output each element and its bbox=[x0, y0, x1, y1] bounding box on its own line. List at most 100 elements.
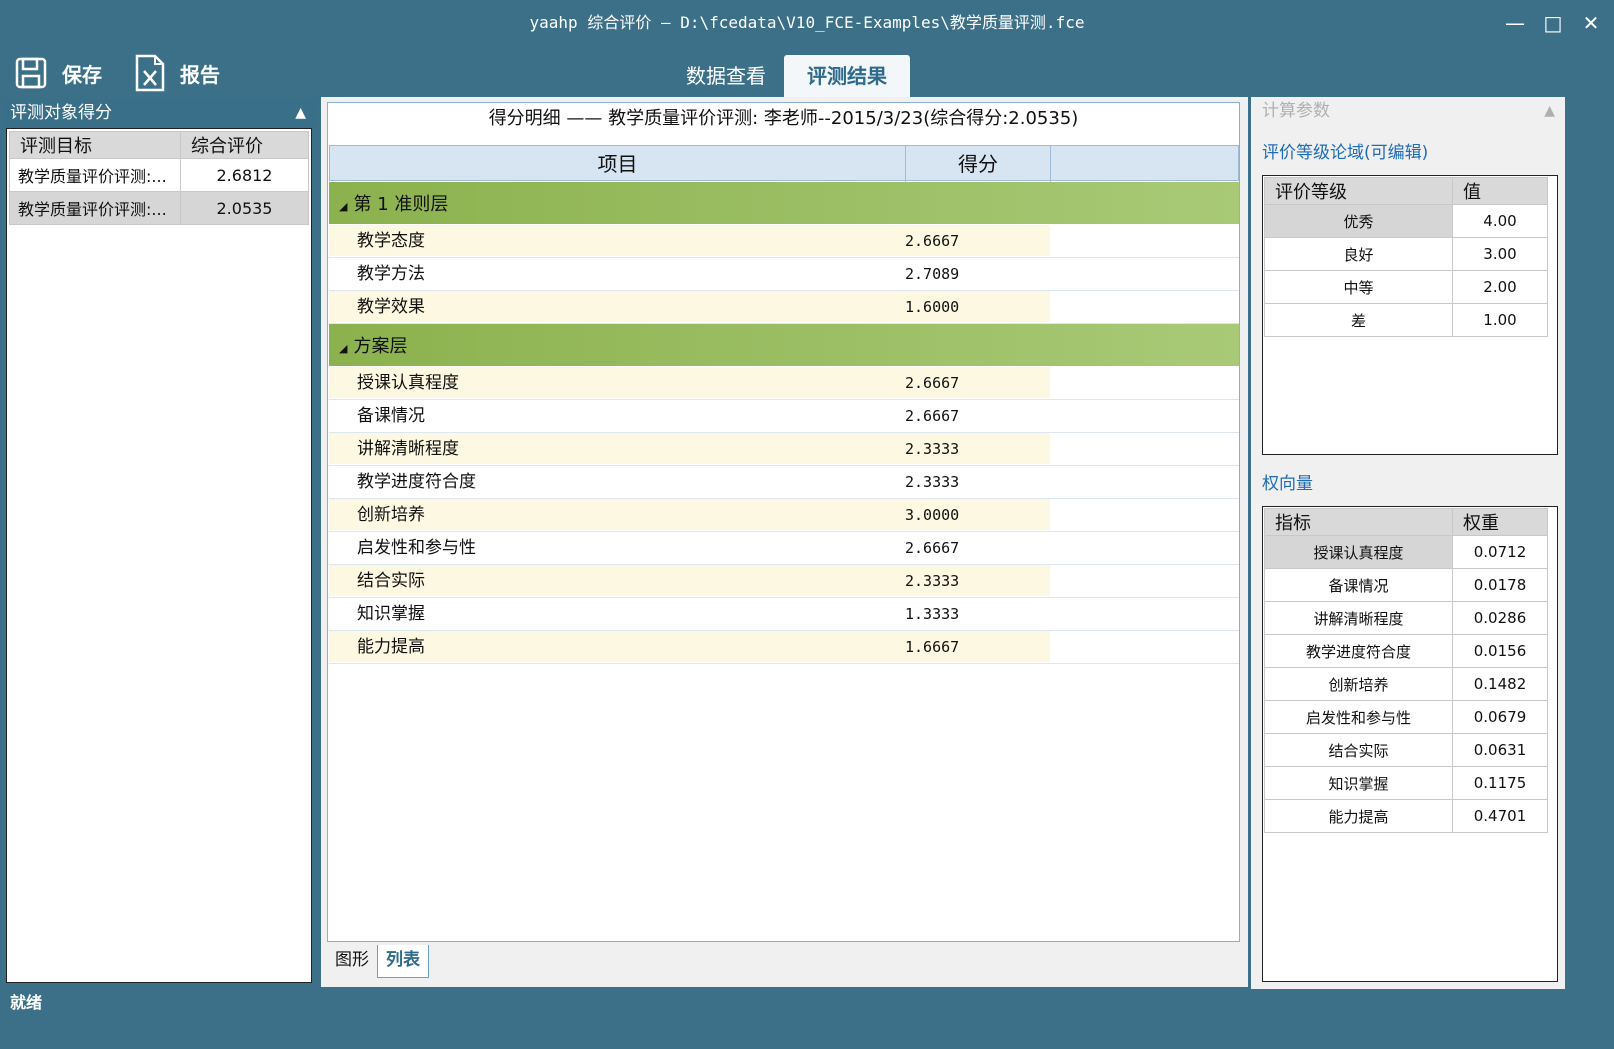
col-header-score[interactable]: 得分 bbox=[906, 146, 1051, 182]
indicator-name: 能力提高 bbox=[1264, 799, 1453, 833]
item-score: 2.3333 bbox=[905, 473, 960, 491]
group-label: 方案层 bbox=[353, 336, 408, 357]
table-row[interactable]: 教学方法 2.7089 bbox=[329, 258, 1239, 291]
indicator-name: 讲解清晰程度 bbox=[1264, 601, 1453, 635]
weight-value: 0.4701 bbox=[1452, 799, 1548, 833]
table-row[interactable]: 能力提高 0.4701 bbox=[1264, 799, 1548, 833]
table-row[interactable]: 教学进度符合度 2.3333 bbox=[329, 466, 1239, 499]
pin-icon[interactable]: ▲ bbox=[1544, 97, 1555, 125]
table-row[interactable]: 良好 3.00 bbox=[1264, 237, 1548, 271]
grade-name: 差 bbox=[1264, 303, 1453, 337]
table-row[interactable]: 知识掌握 0.1175 bbox=[1264, 766, 1548, 800]
left-panel-header: 评测对象得分 ▲ bbox=[4, 99, 316, 127]
weight-vector-label: 权向量 bbox=[1262, 474, 1313, 494]
table-row[interactable]: 差 1.00 bbox=[1264, 303, 1548, 337]
table-row[interactable]: 启发性和参与性 2.6667 bbox=[329, 532, 1239, 565]
table-row[interactable]: 创新培养 0.1482 bbox=[1264, 667, 1548, 701]
tab-list[interactable]: 列表 bbox=[377, 945, 429, 978]
item-score: 1.3333 bbox=[905, 605, 960, 623]
grade-value[interactable]: 3.00 bbox=[1452, 237, 1548, 271]
table-row[interactable]: 教学进度符合度 0.0156 bbox=[1264, 634, 1548, 668]
weight-value: 0.0286 bbox=[1452, 601, 1548, 635]
window-title: yaahp 综合评价 — D:\fcedata\V10_FCE-Examples… bbox=[529, 13, 1085, 32]
table-row[interactable]: 教学态度 2.6667 bbox=[329, 225, 1239, 258]
right-panel-title: 计算参数 bbox=[1262, 101, 1330, 121]
item-score: 2.7089 bbox=[905, 265, 960, 283]
item-score: 1.6000 bbox=[905, 298, 960, 316]
table-row[interactable]: 教学质量评价评测:... 2.6812 bbox=[9, 158, 309, 192]
item-score: 2.6667 bbox=[905, 374, 960, 392]
weight-value: 0.1482 bbox=[1452, 667, 1548, 701]
indicator-name: 授课认真程度 bbox=[1264, 535, 1453, 569]
indicator-name: 教学进度符合度 bbox=[1264, 634, 1453, 668]
col-header-grade[interactable]: 评价等级 bbox=[1264, 177, 1453, 205]
col-header-value[interactable]: 值 bbox=[1452, 177, 1548, 205]
score-detail-title: 得分明细 —— 教学质量评价评测: 李老师--2015/3/23(综合得分:2.… bbox=[488, 108, 1079, 129]
save-button[interactable]: 保存 bbox=[14, 52, 102, 94]
table-row[interactable]: 备课情况 0.0178 bbox=[1264, 568, 1548, 602]
indicator-name: 创新培养 bbox=[1264, 667, 1453, 701]
close-button[interactable]: ✕ bbox=[1574, 8, 1608, 38]
title-bar: yaahp 综合评价 — D:\fcedata\V10_FCE-Examples… bbox=[0, 0, 1614, 46]
weight-value: 0.0712 bbox=[1452, 535, 1548, 569]
collapse-triangle-icon[interactable]: ◢ bbox=[339, 200, 347, 213]
object-score-table: 评测目标 综合评价 教学质量评价评测:... 2.6812 教学质量评价评测:.… bbox=[6, 128, 312, 983]
table-row[interactable]: 讲解清晰程度 2.3333 bbox=[329, 433, 1239, 466]
left-panel-title: 评测对象得分 bbox=[10, 103, 112, 123]
excel-icon bbox=[135, 54, 165, 92]
col-header-weight[interactable]: 权重 bbox=[1452, 508, 1548, 536]
pin-icon[interactable]: ▲ bbox=[295, 99, 306, 127]
tab-results[interactable]: 评测结果 bbox=[784, 55, 910, 97]
col-header-indicator[interactable]: 指标 bbox=[1264, 508, 1453, 536]
table-row[interactable]: 授课认真程度 2.6667 bbox=[329, 367, 1239, 400]
col-header-score[interactable]: 综合评价 bbox=[180, 131, 309, 159]
table-row[interactable]: 中等 2.00 bbox=[1264, 270, 1548, 304]
weight-value: 0.0156 bbox=[1452, 634, 1548, 668]
group-label: 第 1 准则层 bbox=[353, 194, 449, 215]
group-row-criteria[interactable]: ◢ 第 1 准则层 bbox=[329, 182, 1239, 225]
indicator-name: 启发性和参与性 bbox=[1264, 700, 1453, 734]
grade-domain-label: 评价等级论域(可编辑) bbox=[1262, 143, 1429, 163]
grade-value[interactable]: 4.00 bbox=[1452, 204, 1548, 238]
score-table-body: ◢ 第 1 准则层 教学态度 2.6667 教学方法 2.7089 教学效果 1.600… bbox=[329, 182, 1239, 664]
collapse-triangle-icon[interactable]: ◢ bbox=[339, 342, 347, 355]
minimize-button[interactable]: — bbox=[1498, 8, 1532, 38]
table-row[interactable]: 讲解清晰程度 0.0286 bbox=[1264, 601, 1548, 635]
tab-data-view[interactable]: 数据查看 bbox=[670, 55, 782, 97]
weight-value: 0.0631 bbox=[1452, 733, 1548, 767]
table-row[interactable]: 启发性和参与性 0.0679 bbox=[1264, 700, 1548, 734]
table-row[interactable]: 创新培养 3.0000 bbox=[329, 499, 1239, 532]
indicator-name: 备课情况 bbox=[1264, 568, 1453, 602]
indicator-name: 结合实际 bbox=[1264, 733, 1453, 767]
grade-name: 中等 bbox=[1264, 270, 1453, 304]
table-row-selected[interactable]: 授课认真程度 0.0712 bbox=[1264, 535, 1548, 569]
report-button[interactable]: 报告 bbox=[134, 52, 220, 94]
table-row[interactable]: 教学效果 1.6000 bbox=[329, 291, 1239, 324]
grade-value[interactable]: 1.00 bbox=[1452, 303, 1548, 337]
item-score: 2.3333 bbox=[905, 572, 960, 590]
view-tabs: 图形 列表 bbox=[327, 945, 429, 978]
table-row[interactable]: 结合实际 0.0631 bbox=[1264, 733, 1548, 767]
table-row-selected[interactable]: 优秀 4.00 bbox=[1264, 204, 1548, 238]
row-name: 教学质量评价评测:... bbox=[9, 191, 181, 225]
weight-value: 0.0178 bbox=[1452, 568, 1548, 602]
col-header-target[interactable]: 评测目标 bbox=[9, 131, 181, 159]
table-row[interactable]: 能力提高 1.6667 bbox=[329, 631, 1239, 664]
item-score: 3.0000 bbox=[905, 506, 960, 524]
table-row[interactable]: 备课情况 2.6667 bbox=[329, 400, 1239, 433]
grade-name: 优秀 bbox=[1264, 204, 1453, 238]
item-score: 2.6667 bbox=[905, 407, 960, 425]
grade-name: 良好 bbox=[1264, 237, 1453, 271]
row-value: 2.0535 bbox=[180, 191, 309, 225]
table-row-selected[interactable]: 教学质量评价评测:... 2.0535 bbox=[9, 191, 309, 225]
maximize-button[interactable]: □ bbox=[1536, 8, 1570, 38]
col-header-item[interactable]: 项目 bbox=[330, 146, 906, 182]
table-row[interactable]: 知识掌握 1.3333 bbox=[329, 598, 1239, 631]
table-row[interactable]: 结合实际 2.3333 bbox=[329, 565, 1239, 598]
grade-value[interactable]: 2.00 bbox=[1452, 270, 1548, 304]
grade-table: 评价等级 值 优秀 4.00 良好 3.00 中等 2.00 差 1.00 bbox=[1262, 175, 1558, 455]
tab-chart[interactable]: 图形 bbox=[327, 945, 377, 977]
group-row-alternatives[interactable]: ◢ 方案层 bbox=[329, 324, 1239, 367]
save-icon bbox=[15, 57, 47, 89]
report-label: 报告 bbox=[180, 62, 220, 87]
